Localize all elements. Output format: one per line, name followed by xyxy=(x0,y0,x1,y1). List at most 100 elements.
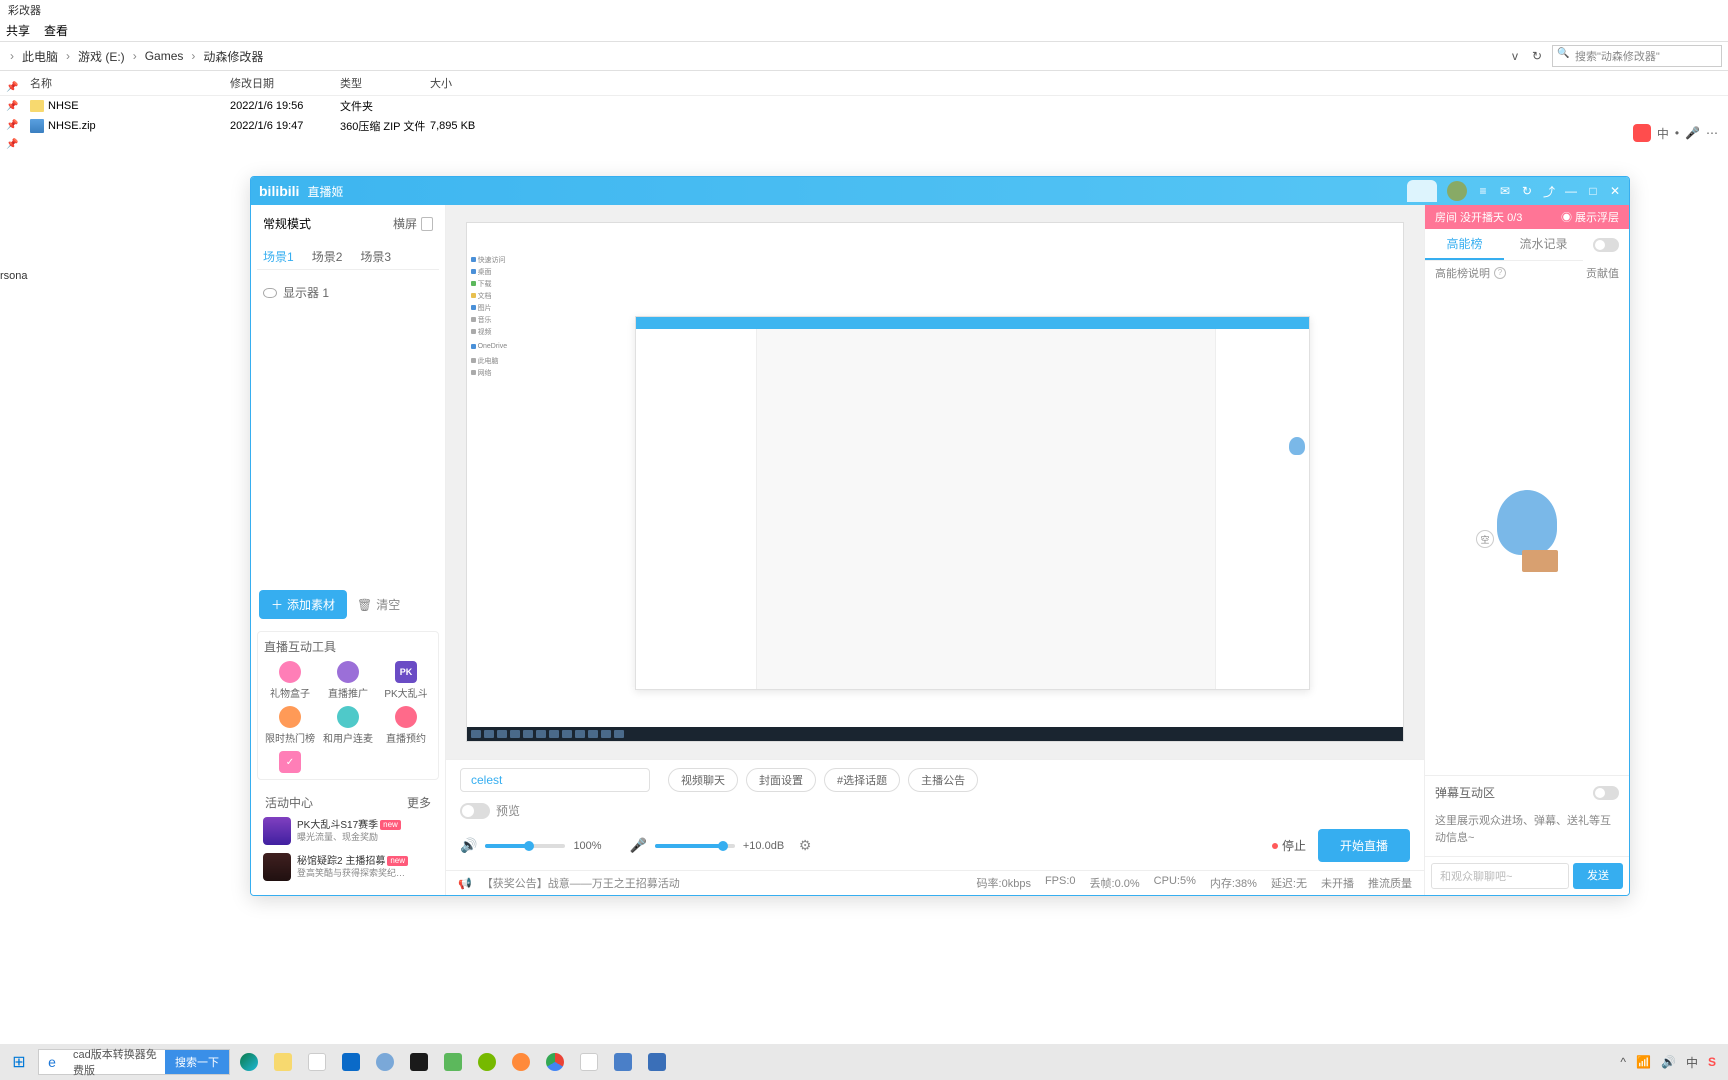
mic-volume[interactable]: 🎤 +10.0dB xyxy=(629,837,786,854)
stream-title-input[interactable]: celest xyxy=(460,768,650,792)
overlay-toggle[interactable]: ◉ 展示浮层 xyxy=(1561,209,1619,225)
crumb-games[interactable]: Games xyxy=(145,49,184,63)
file-date: 2022/1/6 19:47 xyxy=(230,120,340,132)
bili-titlebar[interactable]: bilibili 直播姬 ≡ ✉ ↻ ⤴ — □ ✕ xyxy=(251,177,1629,205)
col-type[interactable]: 类型 xyxy=(340,75,430,91)
start-stream-button[interactable]: 开始直播 xyxy=(1318,829,1410,862)
tool-user-mic[interactable]: 和用户连麦 xyxy=(322,706,374,745)
tool-gift-box[interactable]: 礼物盒子 xyxy=(264,661,316,700)
ime-mic-icon[interactable]: 🎤 xyxy=(1685,126,1700,140)
refresh-icon[interactable]: ↻ xyxy=(1530,49,1544,63)
taskbar-search[interactable]: e cad版本转换器免费版 搜索一下 xyxy=(38,1049,230,1075)
stop-status[interactable]: 停止 xyxy=(1272,837,1306,854)
mascot-illustration: 空 xyxy=(1482,480,1572,580)
crumb-pc[interactable]: 此电脑 xyxy=(22,48,58,65)
tray-network-icon[interactable]: 📶 xyxy=(1636,1055,1651,1069)
speaker-icon[interactable]: 🔊 xyxy=(460,837,477,854)
explorer-title: 彩改器 xyxy=(0,0,1728,20)
scene-tab-1[interactable]: 场景1 xyxy=(263,248,294,265)
menu-view[interactable]: 查看 xyxy=(44,22,68,39)
scene-tab-3[interactable]: 场景3 xyxy=(360,248,391,265)
minimize-icon[interactable]: — xyxy=(1565,184,1577,198)
taskbar-store[interactable] xyxy=(302,1048,332,1076)
tool-schedule[interactable]: 直播预约 xyxy=(380,706,432,745)
taskbar-app-blue2[interactable] xyxy=(642,1048,672,1076)
tool-pk-battle[interactable]: PKPK大乱斗 xyxy=(380,661,432,700)
close-icon[interactable]: ✕ xyxy=(1609,184,1621,198)
breadcrumb[interactable]: ›此电脑 ›游戏 (E:) ›Games ›动森修改器 xyxy=(6,48,1508,65)
tool-promotion[interactable]: 直播推广 xyxy=(322,661,374,700)
tool-checklist[interactable]: ✓ xyxy=(264,751,316,773)
menu-icon[interactable]: ≡ xyxy=(1477,184,1489,198)
clear-button[interactable]: 🗑 清空 xyxy=(357,596,400,613)
pill-video-chat[interactable]: 视频聊天 xyxy=(668,768,738,792)
announcement-text[interactable]: 【获奖公告】战意——万王之王招募活动 xyxy=(482,875,680,891)
file-row-folder[interactable]: NHSE 2022/1/6 19:56 文件夹 xyxy=(0,96,1728,116)
status-bitrate: 码率:0kbps xyxy=(977,875,1031,891)
taskbar-app-orange[interactable] xyxy=(506,1048,536,1076)
refresh-icon[interactable]: ↻ xyxy=(1521,184,1533,198)
mode-label[interactable]: 常规模式 xyxy=(263,215,311,232)
right-toggle-switch[interactable] xyxy=(1593,238,1619,252)
taskbar-nvidia[interactable] xyxy=(472,1048,502,1076)
taskbar-mail[interactable] xyxy=(336,1048,366,1076)
taskbar-explorer[interactable] xyxy=(268,1048,298,1076)
user-avatar[interactable] xyxy=(1447,181,1467,201)
search-input[interactable]: 搜索"动森修改器" xyxy=(1552,45,1722,67)
status-push-quality[interactable]: 推流质量 xyxy=(1368,875,1412,891)
tray-chevron-icon[interactable]: ^ xyxy=(1620,1055,1626,1069)
col-date[interactable]: 修改日期 xyxy=(230,75,340,91)
message-icon[interactable]: ✉ xyxy=(1499,184,1511,198)
search-button[interactable]: 搜索一下 xyxy=(165,1050,229,1074)
file-row-zip[interactable]: NHSE.zip 2022/1/6 19:47 360压缩 ZIP 文件 7,8… xyxy=(0,116,1728,136)
speaker-volume[interactable]: 🔊 100% xyxy=(460,837,617,854)
activity-item-1[interactable]: PK大乱斗S17赛季new 曝光流量、现金奖励 xyxy=(261,813,435,849)
col-size[interactable]: 大小 xyxy=(430,75,510,91)
tray-ime[interactable]: 中 xyxy=(1686,1054,1698,1071)
tab-energy-rank[interactable]: 高能榜 xyxy=(1425,229,1504,260)
status-mem: 内存:38% xyxy=(1210,875,1257,891)
share-icon[interactable]: ⤴ xyxy=(1543,183,1555,200)
crumb-folder[interactable]: 动森修改器 xyxy=(203,48,263,65)
crumb-drive[interactable]: 游戏 (E:) xyxy=(78,48,125,65)
tray-volume-icon[interactable]: 🔊 xyxy=(1661,1055,1676,1069)
activity-item-2[interactable]: 秘馆疑踪2 主播招募new 登高笑酷与获得探索奖纪… xyxy=(261,849,435,885)
orientation-control[interactable]: 横屏 xyxy=(393,215,433,232)
taskbar-qq[interactable] xyxy=(404,1048,434,1076)
ime-more-icon[interactable]: ⋯ xyxy=(1706,126,1718,140)
taskbar-chrome[interactable] xyxy=(540,1048,570,1076)
col-name[interactable]: 名称 xyxy=(30,75,230,91)
equalizer-icon[interactable]: ⚙ xyxy=(799,837,812,854)
pill-select-topic[interactable]: #选择话题 xyxy=(824,768,900,792)
tray-sogou-icon[interactable]: S xyxy=(1708,1055,1716,1069)
stream-preview[interactable]: 快速访问 桌面 下载 文档 图片 音乐 视频 OneDrive 此电脑 网络 xyxy=(446,205,1424,759)
activity-more-link[interactable]: 更多 xyxy=(407,794,431,811)
danmu-toggle[interactable] xyxy=(1593,786,1619,800)
start-button[interactable]: ⊞ xyxy=(4,1048,34,1076)
send-button[interactable]: 发送 xyxy=(1573,863,1623,889)
path-dropdown-icon[interactable]: v xyxy=(1508,49,1522,63)
preview-toggle[interactable]: 预览 xyxy=(460,802,520,819)
display-label: 显示器 1 xyxy=(283,284,329,301)
mic-icon[interactable]: 🎤 xyxy=(629,837,646,854)
taskbar-app-white[interactable] xyxy=(574,1048,604,1076)
maximize-icon[interactable]: □ xyxy=(1587,184,1599,198)
source-display-row[interactable]: 显示器 1 xyxy=(257,278,439,307)
scene-tab-2[interactable]: 场景2 xyxy=(312,248,343,265)
tool-trending[interactable]: 限时热门榜 xyxy=(264,706,316,745)
taskbar-app-blue[interactable] xyxy=(608,1048,638,1076)
taskbar-cloud[interactable] xyxy=(370,1048,400,1076)
taskbar-edge[interactable] xyxy=(234,1048,264,1076)
taskbar-wechat[interactable] xyxy=(438,1048,468,1076)
danmu-input[interactable]: 和观众聊聊吧~ xyxy=(1431,863,1569,889)
add-source-button[interactable]: ＋ 添加素材 xyxy=(259,590,347,619)
tab-flow-record[interactable]: 流水记录 xyxy=(1504,229,1583,260)
menu-share[interactable]: 共享 xyxy=(6,22,30,39)
mic-slider[interactable] xyxy=(655,844,735,848)
speaker-slider[interactable] xyxy=(485,844,565,848)
pill-announcement[interactable]: 主播公告 xyxy=(908,768,978,792)
info-icon[interactable]: ? xyxy=(1494,267,1506,279)
ime-floating-bar[interactable]: 中 • 🎤 ⋯ xyxy=(1633,124,1718,142)
ime-lang[interactable]: 中 xyxy=(1657,125,1669,142)
pill-cover-setting[interactable]: 封面设置 xyxy=(746,768,816,792)
